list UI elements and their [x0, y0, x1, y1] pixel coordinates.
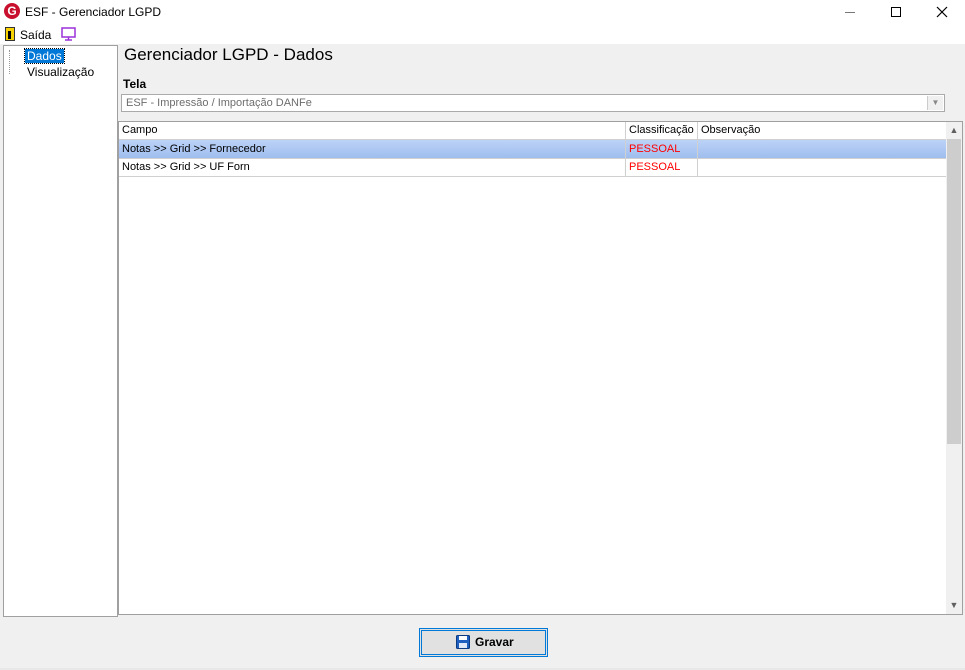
- app-logo-icon: G: [4, 3, 20, 19]
- save-button[interactable]: Gravar: [419, 628, 548, 657]
- close-icon: [936, 6, 948, 18]
- column-header-classificacao[interactable]: Classificação: [626, 122, 698, 139]
- menu-bar: Saída: [0, 25, 965, 44]
- maximize-button[interactable]: [873, 0, 919, 25]
- minimize-button[interactable]: [827, 0, 873, 25]
- grid-header: Campo Classificação Observação: [119, 122, 947, 140]
- cell-observacao[interactable]: [698, 158, 947, 176]
- scrollbar-thumb[interactable]: [947, 139, 961, 444]
- save-button-label: Gravar: [475, 635, 514, 649]
- cell-observacao[interactable]: [698, 140, 947, 158]
- minimize-icon: [845, 12, 855, 13]
- monitor-icon[interactable]: [61, 27, 76, 41]
- tree-connector-lines: [9, 50, 22, 74]
- column-header-campo[interactable]: Campo: [119, 122, 626, 139]
- window-title: ESF - Gerenciador LGPD: [25, 5, 162, 19]
- title-bar: G ESF - Gerenciador LGPD: [0, 0, 965, 25]
- chevron-down-icon[interactable]: ▼: [927, 96, 943, 110]
- tela-label: Tela: [123, 77, 147, 91]
- vertical-scrollbar[interactable]: ▲ ▼: [946, 122, 962, 614]
- chevron-down-icon[interactable]: ▼: [946, 597, 962, 614]
- table-row[interactable]: Notas >> Grid >> UF Forn PESSOAL: [119, 158, 947, 177]
- exit-door-icon[interactable]: [5, 27, 15, 41]
- cell-classificacao[interactable]: PESSOAL: [626, 158, 698, 176]
- maximize-icon: [891, 7, 901, 17]
- page-title: Gerenciador LGPD - Dados: [124, 45, 333, 64]
- navigation-tree: Dados Visualização: [3, 45, 118, 617]
- tree-item-dados[interactable]: Dados: [24, 48, 65, 64]
- cell-campo[interactable]: Notas >> Grid >> UF Forn: [119, 158, 626, 176]
- chevron-up-icon[interactable]: ▲: [946, 122, 962, 139]
- table-row[interactable]: Notas >> Grid >> Fornecedor PESSOAL: [119, 140, 947, 159]
- cell-classificacao[interactable]: PESSOAL: [626, 140, 698, 158]
- tree-item-visualizacao[interactable]: Visualização: [25, 65, 96, 79]
- client-area: Dados Visualização Gerenciador LGPD - Da…: [0, 44, 965, 670]
- tela-select-value: ESF - Impressão / Importação DANFe: [126, 97, 312, 109]
- tela-select[interactable]: ESF - Impressão / Importação DANFe ▼: [121, 94, 945, 112]
- column-header-observacao[interactable]: Observação: [698, 122, 947, 139]
- floppy-save-icon: [456, 635, 470, 649]
- menu-item-exit[interactable]: Saída: [20, 28, 51, 42]
- close-button[interactable]: [919, 0, 965, 25]
- cell-campo[interactable]: Notas >> Grid >> Fornecedor: [119, 140, 626, 158]
- data-grid: Campo Classificação Observação Notas >> …: [118, 121, 963, 615]
